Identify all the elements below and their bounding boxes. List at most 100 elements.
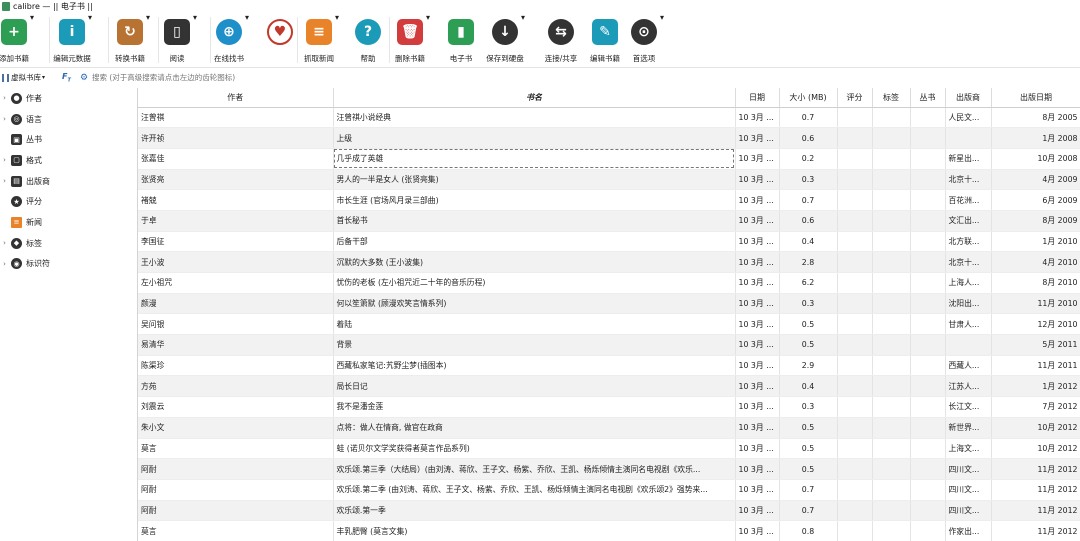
- table-cell[interactable]: 丰乳肥臀 (莫言文集): [333, 520, 736, 541]
- table-cell[interactable]: [910, 355, 946, 377]
- sidebar-item-identifier[interactable]: › ◉ 标识符: [0, 254, 136, 275]
- table-cell[interactable]: 11月 2010: [991, 293, 1080, 315]
- table-cell[interactable]: 北京十...: [945, 251, 992, 273]
- table-cell[interactable]: 4月 2009: [991, 169, 1080, 191]
- toolbar-button-connect-share[interactable]: ⇆ 连接/共享: [545, 19, 577, 65]
- table-cell[interactable]: 6.2: [779, 272, 838, 294]
- table-cell[interactable]: 0.3: [779, 396, 838, 418]
- table-cell[interactable]: 欢乐颂.第三季（大结局）(由刘涛、蒋欣、王子文、杨紫、乔欣、王凯、杨烁倾情主演同…: [333, 458, 736, 480]
- table-cell[interactable]: 2.8: [779, 251, 838, 273]
- table-cell[interactable]: 10 3月 2...: [735, 355, 780, 377]
- table-cell[interactable]: [872, 375, 911, 398]
- table-cell[interactable]: 0.6: [779, 127, 838, 149]
- table-cell[interactable]: [872, 438, 911, 460]
- table-cell[interactable]: [910, 479, 946, 501]
- table-cell[interactable]: 张贤亮: [138, 169, 334, 191]
- table-cell[interactable]: [837, 272, 873, 294]
- table-cell[interactable]: 左小祖咒: [138, 272, 334, 294]
- table-cell[interactable]: 10 3月 2...: [735, 148, 780, 170]
- table-cell[interactable]: 0.7: [779, 479, 838, 501]
- toolbar-button-fetch-news[interactable]: ≡ 抓取新闻: [304, 19, 334, 65]
- table-cell[interactable]: 0.5: [779, 417, 838, 439]
- table-cell[interactable]: 4月 2010: [991, 251, 1080, 273]
- table-cell[interactable]: 8月 2010: [991, 272, 1080, 294]
- table-cell[interactable]: 几乎成了英雄: [333, 148, 736, 170]
- table-cell[interactable]: [872, 272, 911, 294]
- table-cell[interactable]: 10 3月 2...: [735, 272, 780, 294]
- table-cell[interactable]: 王小波: [138, 251, 334, 273]
- table-cell[interactable]: [910, 251, 946, 273]
- table-cell[interactable]: [910, 417, 946, 439]
- table-cell[interactable]: 10 3月 2...: [735, 210, 780, 232]
- toolbar-button-help[interactable]: ? 帮助: [354, 19, 382, 65]
- table-cell[interactable]: 四川文...: [945, 500, 992, 522]
- table-cell[interactable]: 0.6: [779, 210, 838, 232]
- table-cell[interactable]: 10 3月 2...: [735, 500, 780, 522]
- table-cell[interactable]: [872, 231, 911, 253]
- table-cell[interactable]: 首长秘书: [333, 210, 736, 232]
- table-row[interactable]: 许开祯 上级 10 3月 2... 0.6 1月 2008: [138, 127, 1080, 149]
- table-cell[interactable]: [872, 313, 911, 336]
- chevron-down-icon[interactable]: ▾: [521, 13, 525, 22]
- chevron-down-icon[interactable]: ▾: [426, 13, 430, 22]
- table-cell[interactable]: [837, 293, 873, 315]
- table-cell[interactable]: [872, 500, 911, 522]
- table-cell[interactable]: 10 3月 2...: [735, 107, 780, 129]
- table-cell[interactable]: [910, 210, 946, 232]
- table-cell[interactable]: 2.9: [779, 355, 838, 377]
- toolbar-button-preferences[interactable]: ⊙ 首选项: [630, 19, 658, 65]
- sidebar-item-tag[interactable]: › ◆ 标签: [0, 233, 136, 254]
- table-cell[interactable]: 0.5: [779, 458, 838, 480]
- table-cell[interactable]: 10 3月 2...: [735, 169, 780, 191]
- table-cell[interactable]: 10月 2012: [991, 438, 1080, 460]
- table-cell[interactable]: 0.7: [779, 500, 838, 522]
- sidebar-item-news[interactable]: ≡ 新闻: [0, 212, 136, 233]
- table-cell[interactable]: [910, 500, 946, 522]
- chevron-down-icon[interactable]: ▾: [660, 13, 664, 22]
- table-cell[interactable]: 阿耐: [138, 458, 334, 480]
- table-cell[interactable]: 江苏人...: [945, 375, 992, 398]
- column-header[interactable]: 出版商: [945, 88, 992, 108]
- toolbar-button-edit-book[interactable]: ✎ 编辑书籍: [590, 19, 620, 65]
- table-cell[interactable]: 上海文...: [945, 438, 992, 460]
- table-cell[interactable]: [837, 210, 873, 232]
- table-row[interactable]: 汪曾祺 汪曾祺小说经典 10 3月 2... 0.7 人民文... 8月 2005: [138, 107, 1080, 129]
- toolbar-button-save-disk[interactable]: ↓ 保存到硬盘: [486, 19, 524, 65]
- table-cell[interactable]: 我不是潘金莲: [333, 396, 736, 418]
- table-cell[interactable]: [910, 189, 946, 211]
- table-cell[interactable]: [910, 293, 946, 315]
- table-row[interactable]: 朱小文 点将：做人在情商, 做官在政商 10 3月 2... 0.5 新世界... 10月…: [138, 417, 1080, 439]
- table-cell[interactable]: 局长日记: [333, 375, 736, 398]
- table-cell[interactable]: [872, 417, 911, 439]
- table-row[interactable]: 吴问银 着陆 10 3月 2... 0.5 甘肃人... 12月 2010: [138, 313, 1080, 336]
- table-cell[interactable]: [837, 417, 873, 439]
- table-cell[interactable]: [872, 293, 911, 315]
- table-cell[interactable]: 阿耐: [138, 500, 334, 522]
- column-header[interactable]: 丛书: [910, 88, 946, 108]
- table-cell[interactable]: 5月 2011: [991, 334, 1080, 356]
- table-row[interactable]: 易清华 背景 10 3月 2... 0.5 5月 2011: [138, 334, 1080, 356]
- table-cell[interactable]: [837, 107, 873, 129]
- table-row[interactable]: 颜漫 何以笙箫默 (顾漫欢笑言情系列) 10 3月 2... 0.3 沈阳出... 11月…: [138, 293, 1080, 315]
- table-cell[interactable]: 10 3月 2...: [735, 479, 780, 501]
- table-cell[interactable]: 汪曾祺: [138, 107, 334, 129]
- table-cell[interactable]: [872, 479, 911, 501]
- table-cell[interactable]: 0.5: [779, 438, 838, 460]
- column-header[interactable]: 大小 (MB): [779, 88, 838, 108]
- table-cell[interactable]: [872, 396, 911, 418]
- table-cell[interactable]: 10 3月 2...: [735, 396, 780, 418]
- table-cell[interactable]: [837, 251, 873, 273]
- table-cell[interactable]: 后备干部: [333, 231, 736, 253]
- table-cell[interactable]: [945, 127, 992, 149]
- table-cell[interactable]: 长江文...: [945, 396, 992, 418]
- table-cell[interactable]: 汪曾祺小说经典: [333, 107, 736, 129]
- table-cell[interactable]: 1月 2012: [991, 375, 1080, 398]
- table-cell[interactable]: [910, 520, 946, 541]
- table-cell[interactable]: 10月 2012: [991, 417, 1080, 439]
- table-cell[interactable]: [837, 355, 873, 377]
- table-cell[interactable]: 10 3月 2...: [735, 189, 780, 211]
- table-cell[interactable]: 忧伤的老板 (左小祖咒近二十年的音乐历程): [333, 272, 736, 294]
- table-row[interactable]: 莫言 丰乳肥臀 (莫言文集) 10 3月 2... 0.8 作家出... 11月 2012: [138, 520, 1080, 541]
- table-cell[interactable]: 北方联...: [945, 231, 992, 253]
- table-cell[interactable]: 11月 2012: [991, 458, 1080, 480]
